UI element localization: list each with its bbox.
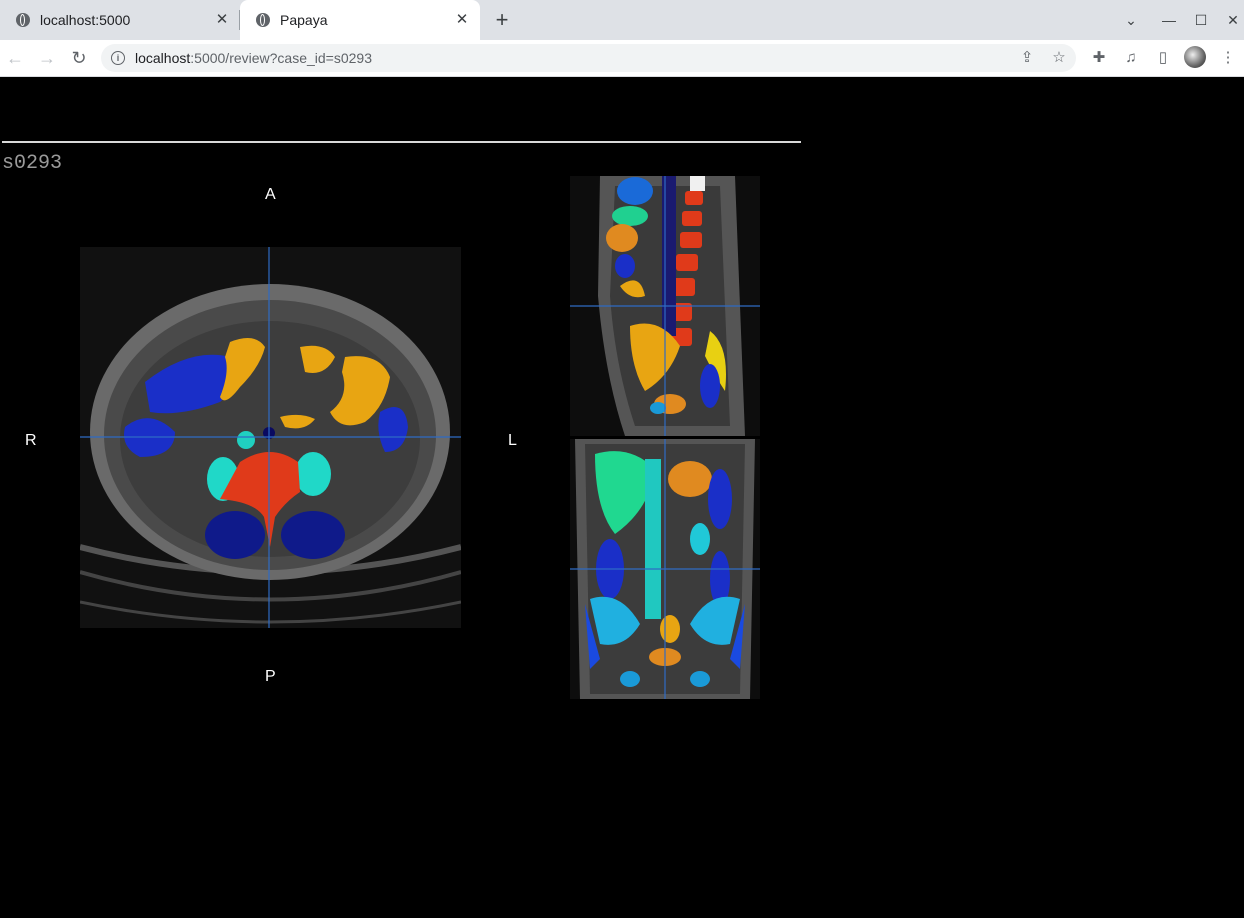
case-id-label: s0293 — [2, 152, 63, 175]
side-panel-icon[interactable]: ▯ — [1154, 49, 1172, 67]
axial-view[interactable] — [80, 247, 461, 628]
url-path: :5000/review?case_id=s0293 — [190, 50, 373, 66]
coronal-view[interactable] — [570, 439, 760, 699]
globe-icon — [16, 13, 30, 27]
tab-strip: localhost:5000 ✕ Papaya ✕ + ⌄ — ☐ ✕ — [0, 0, 1244, 40]
orientation-label-posterior: P — [265, 668, 276, 685]
close-tab-icon[interactable]: ✕ — [214, 12, 230, 28]
new-tab-button[interactable]: + — [492, 9, 512, 31]
address-bar[interactable]: i localhost:5000/review?case_id=s0293 ⇪ … — [101, 44, 1076, 72]
tab-title: localhost:5000 — [40, 12, 131, 28]
chevron-down-icon[interactable]: ⌄ — [1119, 8, 1143, 32]
menu-icon[interactable]: ⋮ — [1219, 49, 1237, 67]
bookmark-star-icon[interactable]: ☆ — [1049, 50, 1069, 66]
url-text[interactable]: localhost:5000/review?case_id=s0293 — [135, 50, 372, 66]
divider — [2, 141, 801, 143]
reload-button[interactable]: ↻ — [67, 46, 91, 70]
page-content: s0293 A P R L — [0, 77, 1244, 918]
site-info-icon[interactable]: i — [111, 51, 125, 65]
browser-toolbar: ← → ↻ i localhost:5000/review?case_id=s0… — [0, 40, 1244, 77]
globe-icon — [256, 13, 270, 27]
extensions-icon[interactable]: ✚ — [1090, 49, 1108, 67]
orientation-label-left: L — [508, 432, 517, 449]
orientation-label-right: R — [25, 432, 37, 449]
tab-papaya[interactable]: Papaya ✕ — [240, 0, 480, 40]
tab-title: Papaya — [280, 12, 328, 28]
close-tab-icon[interactable]: ✕ — [454, 12, 470, 28]
share-icon[interactable]: ⇪ — [1017, 50, 1037, 66]
forward-button[interactable]: → — [35, 46, 59, 70]
media-control-icon[interactable]: ♫ — [1122, 49, 1140, 67]
tab-localhost[interactable]: localhost:5000 ✕ — [0, 0, 240, 40]
profile-avatar[interactable] — [1184, 46, 1206, 68]
orientation-label-anterior: A — [265, 186, 276, 203]
minimize-button[interactable]: — — [1157, 8, 1181, 32]
url-host: localhost — [135, 50, 191, 66]
close-window-button[interactable]: ✕ — [1221, 8, 1244, 32]
maximize-button[interactable]: ☐ — [1189, 8, 1213, 32]
back-button[interactable]: ← — [3, 46, 27, 70]
sagittal-view[interactable] — [570, 176, 760, 436]
